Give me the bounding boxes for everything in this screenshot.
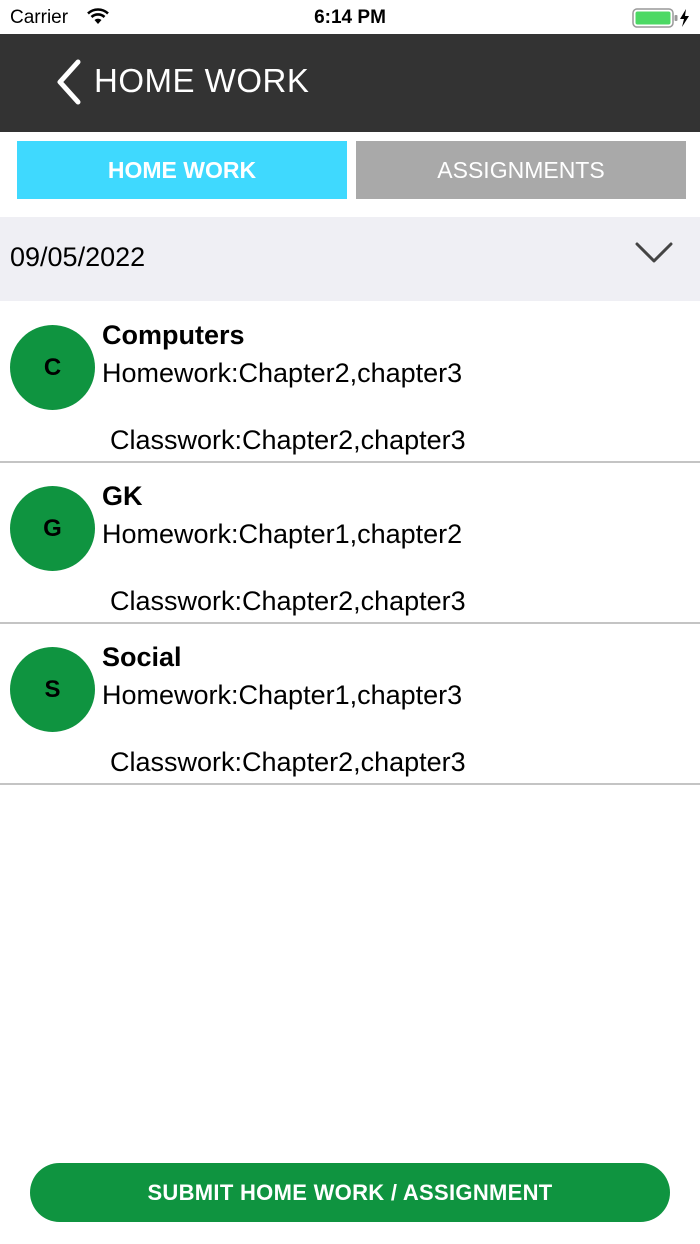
subject-avatar: C [10,325,95,410]
tab-assignments[interactable]: ASSIGNMENTS [356,141,686,199]
subject-avatar: S [10,647,95,732]
homework-text: Homework:Chapter1,chapter2 [102,519,463,549]
date-value: 09/05/2022 [10,242,146,272]
page-title: HOME WORK [94,62,310,99]
subject-name: GK [102,481,143,511]
battery-icon [632,8,694,33]
homework-list: C Computers Homework:Chapter2,chapter3 C… [0,302,700,785]
list-item[interactable]: C Computers Homework:Chapter2,chapter3 C… [0,302,700,463]
subject-name: Social [102,642,182,672]
status-bar: Carrier 6:14 PM [0,0,700,34]
subject-avatar: G [10,486,95,571]
clock: 6:14 PM [314,7,386,28]
submit-button[interactable]: SUBMIT HOME WORK / ASSIGNMENT [30,1163,670,1222]
chevron-down-icon[interactable] [634,240,674,271]
homework-text: Homework:Chapter1,chapter3 [102,680,463,710]
classwork-text: Classwork:Chapter2,chapter3 [110,747,466,777]
list-item[interactable]: S Social Homework:Chapter1,chapter3 Clas… [0,624,700,785]
homework-text: Homework:Chapter2,chapter3 [102,358,463,388]
classwork-text: Classwork:Chapter2,chapter3 [110,586,466,616]
list-item[interactable]: G GK Homework:Chapter1,chapter2 Classwor… [0,463,700,624]
nav-bar: HOME WORK [0,34,700,132]
date-selector[interactable]: 09/05/2022 [0,217,700,301]
subject-name: Computers [102,320,245,350]
tab-home-work[interactable]: HOME WORK [17,141,347,199]
classwork-text: Classwork:Chapter2,chapter3 [110,425,466,455]
back-chevron-icon[interactable] [52,56,86,108]
